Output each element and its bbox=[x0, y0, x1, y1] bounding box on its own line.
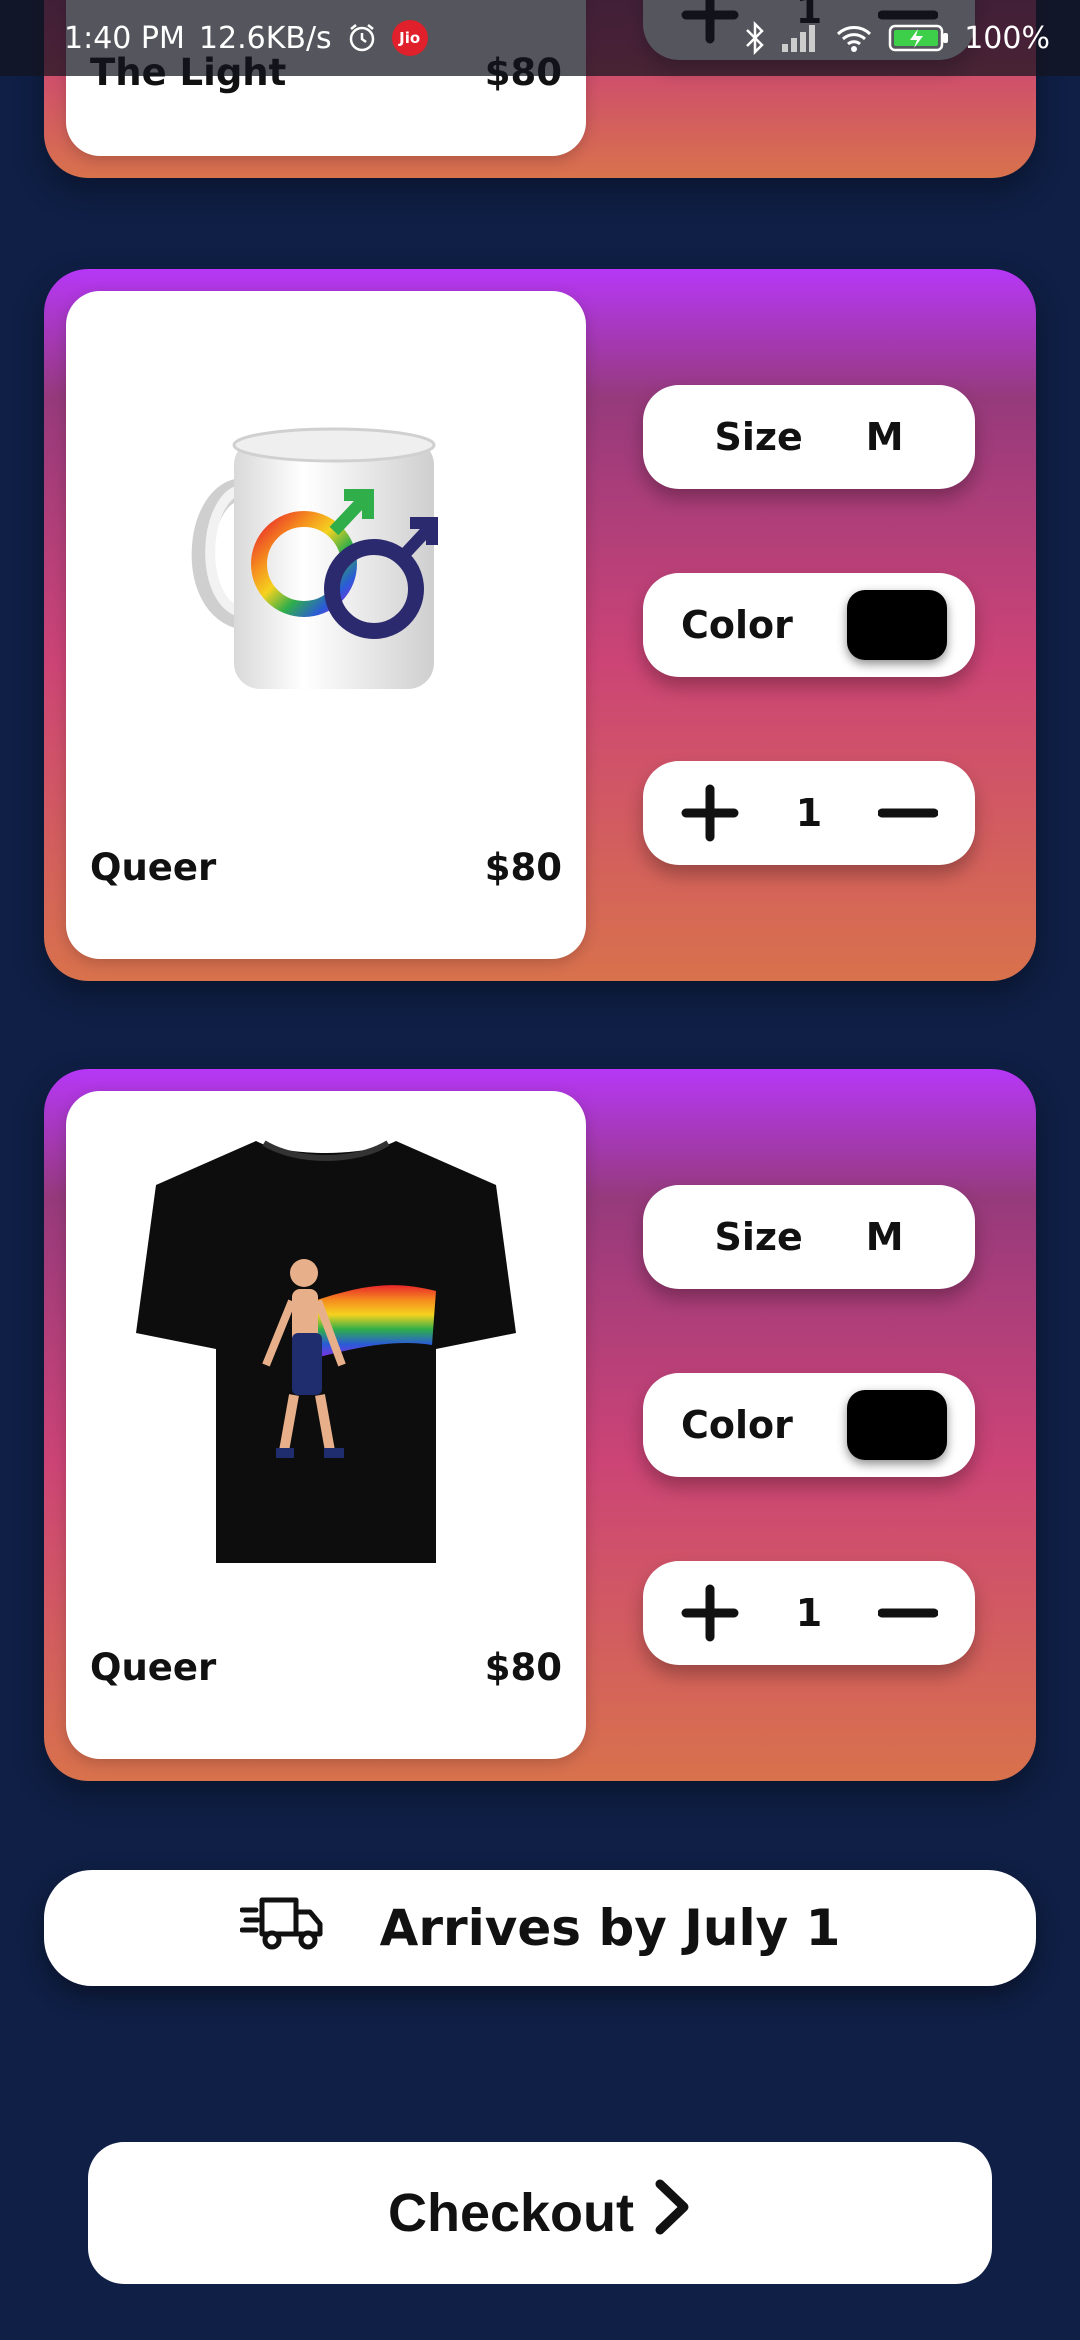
size-value: M bbox=[865, 415, 904, 459]
increase-quantity-button[interactable] bbox=[679, 1582, 741, 1644]
product-price: $80 bbox=[484, 846, 562, 889]
quantity-value: 1 bbox=[795, 1591, 823, 1635]
size-selector[interactable]: Size M bbox=[643, 385, 975, 489]
status-network-speed: 12.6KB/s bbox=[198, 20, 332, 56]
signal-icon bbox=[780, 22, 820, 54]
product-price: $80 bbox=[484, 1646, 562, 1689]
color-swatch[interactable] bbox=[847, 1390, 947, 1460]
product-image-panel[interactable]: Queer $80 bbox=[66, 291, 586, 959]
battery-level: 100% bbox=[964, 20, 1050, 56]
cart-item-card: Queer $80 Size M Color 1 bbox=[44, 269, 1036, 981]
size-label: Size bbox=[714, 415, 803, 459]
product-name: Queer bbox=[90, 846, 217, 889]
color-selector[interactable]: Color bbox=[643, 1373, 975, 1477]
product-image-panel[interactable]: Queer $80 bbox=[66, 1091, 586, 1759]
quantity-stepper: 1 bbox=[643, 1561, 975, 1665]
color-selector[interactable]: Color bbox=[643, 573, 975, 677]
pride-cape-black-tshirt-image bbox=[136, 1140, 516, 1563]
minus-icon bbox=[877, 808, 938, 818]
quantity-value: 1 bbox=[795, 791, 823, 835]
chevron-right-icon bbox=[652, 2178, 692, 2249]
checkout-label: Checkout bbox=[387, 2183, 635, 2243]
cart-item-card: Queer $80 Size M Color 1 bbox=[44, 1069, 1036, 1781]
status-bar: 1:40 PM 12.6KB/s Jio 100% bbox=[0, 0, 1080, 76]
status-right: 100% bbox=[744, 21, 1050, 56]
increase-quantity-button[interactable] bbox=[679, 782, 741, 844]
alarm-icon bbox=[346, 22, 378, 54]
delivery-truck-icon bbox=[239, 1892, 324, 1964]
battery-charging-icon bbox=[888, 22, 950, 54]
bluetooth-icon bbox=[744, 21, 766, 55]
size-selector[interactable]: Size M bbox=[643, 1185, 975, 1289]
color-swatch[interactable] bbox=[847, 590, 947, 660]
plus-icon bbox=[681, 784, 739, 842]
status-left: 1:40 PM 12.6KB/s Jio bbox=[64, 20, 428, 56]
checkout-button[interactable]: Checkout bbox=[88, 2142, 992, 2284]
color-label: Color bbox=[681, 603, 793, 647]
quantity-stepper: 1 bbox=[643, 761, 975, 865]
size-label: Size bbox=[714, 1215, 803, 1259]
product-name: Queer bbox=[90, 1646, 217, 1689]
decrease-quantity-button[interactable] bbox=[877, 1582, 939, 1644]
wifi-icon bbox=[834, 22, 874, 54]
minus-icon bbox=[877, 1608, 938, 1618]
carrier-badge: Jio bbox=[391, 20, 428, 56]
plus-icon bbox=[681, 1584, 739, 1642]
decrease-quantity-button[interactable] bbox=[877, 782, 939, 844]
delivery-text: Arrives by July 1 bbox=[379, 1899, 841, 1957]
size-value: M bbox=[865, 1215, 904, 1259]
status-time: 1:40 PM bbox=[64, 20, 185, 56]
delivery-estimate-banner: Arrives by July 1 bbox=[44, 1870, 1036, 1986]
rainbow-male-symbols-mug-image bbox=[191, 427, 438, 689]
color-label: Color bbox=[681, 1403, 793, 1447]
